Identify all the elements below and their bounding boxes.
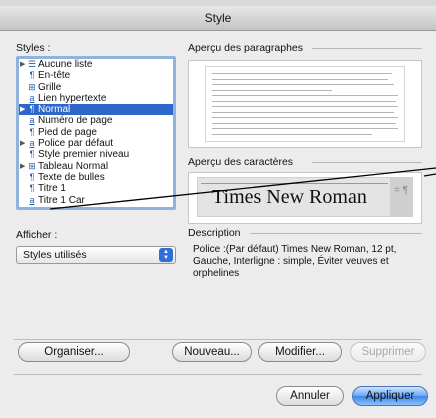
paragraph-preview-divider <box>312 48 422 49</box>
style-list-item[interactable]: ¶ Pied de page <box>19 127 173 138</box>
style-list-item-label: Tableau Normal <box>38 160 109 172</box>
character-preview-label: Aperçu des caractères <box>188 156 294 168</box>
style-list-item[interactable]: a Numéro de page <box>19 115 173 126</box>
font-sample-side-icon: = ¶ <box>390 178 412 216</box>
styles-label: Styles : <box>16 42 51 54</box>
preview-text-line <box>212 84 394 85</box>
style-list-item[interactable]: ▶ ⊞ Tableau Normal <box>19 161 173 172</box>
style-list-item[interactable]: ¶TM 1 <box>19 206 173 207</box>
window-title: Style <box>0 6 436 31</box>
button-row-divider-bottom <box>14 374 422 375</box>
style-list-item-label: Pied de page <box>38 126 97 138</box>
style-list-item-label: Police par défaut <box>38 138 114 150</box>
description-label: Description <box>188 227 241 239</box>
style-list-item[interactable]: ⊞ Grille <box>19 82 173 93</box>
style-list-item-label: Grille <box>38 81 62 93</box>
preview-text-line <box>212 78 388 80</box>
preview-text-line <box>212 117 398 118</box>
paragraph-preview-page <box>205 66 405 142</box>
preview-text-line <box>212 89 332 91</box>
show-filter-value: Styles utilisés <box>23 249 87 261</box>
style-type-icon: ¶ <box>29 171 35 182</box>
style-type-icon: a <box>29 138 35 149</box>
disclosure-triangle-icon[interactable]: ▶ <box>20 59 25 70</box>
modify-button[interactable]: Modifier... <box>258 342 342 362</box>
apply-button[interactable]: Appliquer <box>352 386 428 406</box>
style-list-item-label: Numéro de page <box>38 115 113 127</box>
style-list-item-label: Titre 1 Car <box>38 194 85 206</box>
style-list-item[interactable]: a Titre 1 Car <box>19 195 173 206</box>
style-list-item-label: Lien hypertexte <box>38 92 107 104</box>
styles-list[interactable]: ▶ ☰ Aucune liste ¶ En-tête ⊞ Grille a Lien hyper… <box>16 56 176 210</box>
character-preview: Times New Roman = ¶ <box>188 172 422 224</box>
organize-button[interactable]: Organiser... <box>18 342 130 362</box>
button-row-divider-top <box>14 339 422 340</box>
style-list-item-label: Style premier niveau <box>38 149 130 161</box>
style-list-item-label: TM 1 <box>38 206 61 207</box>
style-list-item[interactable]: ▶ a Police par défaut <box>19 138 173 149</box>
style-type-icon: ¶ <box>29 104 35 115</box>
preview-text-line <box>212 133 372 135</box>
paragraph-preview <box>188 60 422 148</box>
style-list-item-label: En-tête <box>38 70 71 82</box>
style-type-icon: a <box>29 115 35 126</box>
new-button[interactable]: Nouveau... <box>172 342 252 362</box>
disclosure-triangle-icon[interactable]: ▶ <box>20 138 25 149</box>
character-preview-divider <box>312 162 422 163</box>
style-list-item-label: Aucune liste <box>38 59 93 70</box>
show-filter-popup[interactable]: Styles utilisés ▲ ▼ <box>16 246 176 264</box>
style-type-icon: a <box>29 194 35 205</box>
disclosure-triangle-icon[interactable]: ▶ <box>20 161 25 172</box>
preview-text-line <box>212 122 396 124</box>
style-type-icon: ⊞ <box>28 81 36 92</box>
preview-text-line <box>212 95 398 96</box>
style-list-item-label: Titre 1 <box>38 183 66 195</box>
preview-text-line <box>212 111 394 113</box>
preview-text-line <box>212 106 398 107</box>
description-text: Police :(Par défaut) Times New Roman, 12… <box>193 244 397 279</box>
style-type-icon: ¶ <box>29 70 35 81</box>
style-type-icon: ¶ <box>29 149 35 160</box>
description-divider <box>250 233 422 234</box>
style-list-item[interactable]: ¶ Texte de bulles <box>19 172 173 183</box>
style-list-item-label: Normal <box>38 104 71 116</box>
style-type-icon: ¶ <box>29 183 35 194</box>
style-list-item[interactable]: ¶ Style premier niveau <box>19 149 173 160</box>
style-type-icon: ☰ <box>27 59 37 69</box>
disclosure-triangle-icon[interactable]: ▶ <box>20 104 25 115</box>
style-list-item[interactable]: a Lien hypertexte <box>19 93 173 104</box>
style-type-icon: ¶ <box>29 126 35 137</box>
style-list-item[interactable]: ▶ ¶ Normal <box>19 104 173 116</box>
style-type-icon: a <box>29 92 35 103</box>
style-list-item-label: Texte de bulles <box>38 171 105 183</box>
preview-text-line <box>212 100 396 102</box>
style-list-item[interactable]: ¶ Titre 1 <box>19 183 173 194</box>
cancel-button[interactable]: Annuler <box>276 386 344 406</box>
paragraph-preview-label: Aperçu des paragraphes <box>188 42 303 54</box>
style-type-icon: ⊞ <box>28 160 36 171</box>
font-sample-line <box>201 183 388 184</box>
show-filter-label: Afficher : <box>16 229 58 241</box>
style-type-icon: ¶ <box>27 206 37 207</box>
delete-button[interactable]: Supprimer <box>350 342 426 362</box>
style-list-item[interactable]: ▶ ☰ Aucune liste <box>19 59 173 70</box>
popup-arrows-icon: ▲ ▼ <box>159 248 173 262</box>
preview-text-line <box>212 73 392 74</box>
font-sample-text: Times New Roman <box>212 186 367 208</box>
style-list-item[interactable]: ¶ En-tête <box>19 70 173 81</box>
preview-text-line <box>212 128 398 129</box>
font-sample-box: Times New Roman = ¶ <box>197 177 413 217</box>
